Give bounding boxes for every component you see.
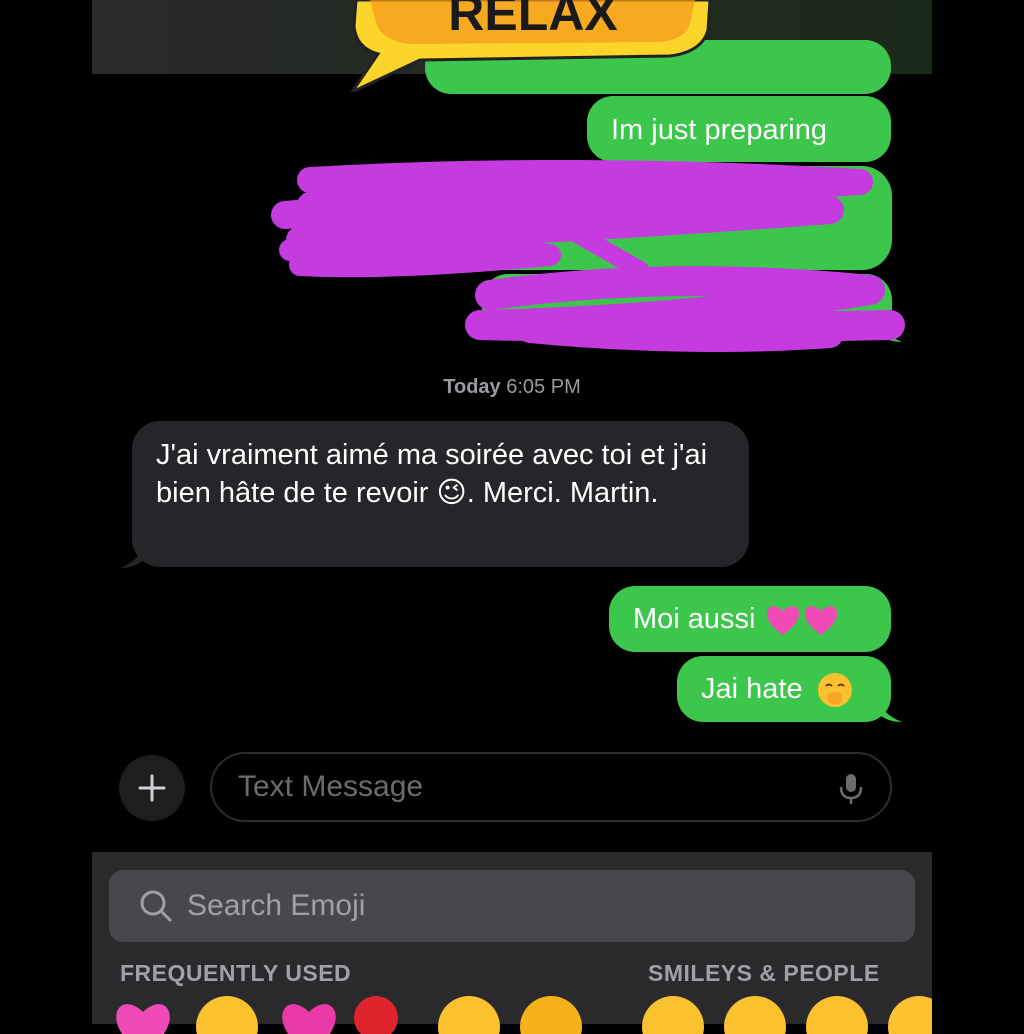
emoji-search-field[interactable]: Search Emoji: [109, 870, 915, 942]
balloon-emoji-icon[interactable]: [354, 996, 398, 1034]
search-icon: [139, 889, 173, 923]
received-message-bubble[interactable]: J'ai vraiment aimé ma soirée avec toi et…: [132, 421, 749, 567]
sparkling-heart-emoji-icon[interactable]: [278, 996, 340, 1034]
section-label-frequent: FREQUENTLY USED: [120, 960, 352, 986]
heart-eyes-emoji-icon[interactable]: [196, 996, 258, 1034]
sent-message-bubble[interactable]: Im just preparing: [587, 96, 891, 162]
sent-message-bubble[interactable]: Jai hate: [677, 656, 891, 722]
message-text: Im just preparing: [611, 114, 827, 146]
pink-heart-emoji-icon: [804, 606, 837, 636]
plus-icon: [138, 774, 166, 802]
timestamp-time: 6:05 PM: [506, 376, 581, 398]
emoji-keyboard: Search Emoji FREQUENTLY USED SMILEYS & P…: [92, 852, 932, 1034]
hand-over-mouth-emoji-icon: [817, 673, 852, 708]
relax-sticker[interactable]: RELAX: [350, 0, 716, 92]
add-attachment-button[interactable]: [119, 755, 185, 821]
heart-emoji-icon[interactable]: [112, 996, 174, 1034]
sticker-text: RELAX: [448, 0, 617, 41]
bubble-tail: [878, 702, 902, 722]
message-timestamp: Today 6:05 PM: [0, 376, 1024, 399]
smiley-emoji-icon[interactable]: [888, 996, 932, 1034]
section-label-smileys: SMILEYS & PEOPLE: [648, 960, 880, 986]
message-text: Moi aussi: [633, 603, 756, 635]
redaction-scribble: [271, 160, 905, 352]
emoji-row: [92, 994, 932, 1034]
timestamp-day: Today: [443, 376, 501, 398]
star-struck-emoji-icon[interactable]: [520, 996, 582, 1034]
emoji-search-placeholder: Search Emoji: [187, 889, 366, 922]
message-text: Jai hate: [701, 673, 803, 705]
message-text: J'ai vraiment aimé ma soirée avec toi et…: [156, 439, 708, 509]
message-input[interactable]: Text Message: [210, 752, 892, 822]
message-input-placeholder: Text Message: [238, 770, 424, 803]
pink-heart-emoji-icon: [766, 606, 799, 636]
sent-message-bubble[interactable]: Moi aussi: [609, 586, 891, 652]
smiley-emoji-icon[interactable]: [642, 996, 704, 1034]
microphone-icon[interactable]: [838, 772, 864, 806]
pleading-emoji-icon[interactable]: [724, 996, 786, 1034]
bubble-tail: [120, 548, 144, 568]
smiley-emoji-icon[interactable]: [438, 996, 500, 1034]
smiley-emoji-icon[interactable]: [806, 996, 868, 1034]
